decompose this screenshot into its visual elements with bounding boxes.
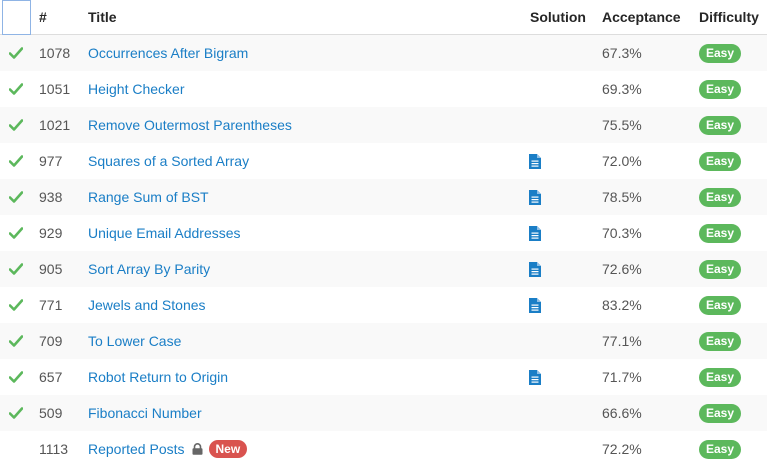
new-badge: New bbox=[208, 440, 248, 458]
table-row: 709 To Lower Case 77.1% Easy bbox=[0, 323, 767, 359]
problem-number: 1078 bbox=[39, 45, 71, 61]
difficulty-badge: Easy bbox=[699, 43, 742, 63]
table-row: 1051 Height Checker 69.3% Easy bbox=[0, 71, 767, 107]
problem-number: 709 bbox=[39, 333, 63, 349]
difficulty-badge: Easy bbox=[699, 295, 742, 315]
header-title[interactable]: Title bbox=[88, 0, 518, 34]
problem-number: 1021 bbox=[39, 117, 71, 133]
table-row: 977 Squares of a Sorted Array 72.0% Easy bbox=[0, 143, 767, 179]
solved-check-icon bbox=[8, 119, 23, 131]
problem-title-link[interactable]: Unique Email Addresses bbox=[88, 225, 241, 241]
difficulty-badge: Easy bbox=[699, 367, 742, 387]
difficulty-badge: Easy bbox=[699, 79, 742, 99]
problem-number: 771 bbox=[39, 297, 63, 313]
table-row: 1021 Remove Outermost Parentheses 75.5% … bbox=[0, 107, 767, 143]
problem-number: 657 bbox=[39, 369, 63, 385]
solved-check-icon bbox=[8, 191, 23, 203]
solution-document-icon[interactable] bbox=[529, 189, 541, 205]
table-row: 1078 Occurrences After Bigram 67.3% Easy bbox=[0, 35, 767, 71]
acceptance-rate: 83.2% bbox=[602, 297, 642, 313]
table-row: 657 Robot Return to Origin 71.7% Easy bbox=[0, 359, 767, 395]
difficulty-badge: Easy bbox=[699, 439, 742, 459]
acceptance-rate: 70.3% bbox=[602, 225, 642, 241]
difficulty-badge: Easy bbox=[699, 223, 742, 243]
solved-check-icon bbox=[8, 407, 23, 419]
acceptance-rate: 75.5% bbox=[602, 117, 642, 133]
solved-check-icon bbox=[8, 47, 23, 59]
solved-check-icon bbox=[8, 299, 23, 311]
solved-check-icon bbox=[8, 83, 23, 95]
solved-check-icon bbox=[8, 335, 23, 347]
header-acceptance[interactable]: Acceptance bbox=[602, 0, 692, 34]
problem-title-link[interactable]: Height Checker bbox=[88, 81, 185, 97]
problem-title-link[interactable]: Sort Array By Parity bbox=[88, 261, 210, 277]
problem-number: 938 bbox=[39, 189, 63, 205]
status-column-header[interactable] bbox=[2, 0, 31, 35]
table-row: 938 Range Sum of BST 78.5% Easy bbox=[0, 179, 767, 215]
acceptance-rate: 69.3% bbox=[602, 81, 642, 97]
table-row: 929 Unique Email Addresses 70.3% Easy bbox=[0, 215, 767, 251]
problem-number: 1113 bbox=[39, 441, 69, 457]
problem-title-link[interactable]: Fibonacci Number bbox=[88, 405, 202, 421]
acceptance-rate: 77.1% bbox=[602, 333, 642, 349]
problem-title-link[interactable]: Reported Posts bbox=[88, 441, 185, 457]
table-row: 509 Fibonacci Number 66.6% Easy bbox=[0, 395, 767, 431]
problem-number: 977 bbox=[39, 153, 63, 169]
solved-check-icon bbox=[8, 371, 23, 383]
acceptance-rate: 78.5% bbox=[602, 189, 642, 205]
difficulty-badge: Easy bbox=[699, 187, 742, 207]
acceptance-rate: 72.6% bbox=[602, 261, 642, 277]
problem-title-link[interactable]: Jewels and Stones bbox=[88, 297, 206, 313]
problem-number: 929 bbox=[39, 225, 63, 241]
table-row: 771 Jewels and Stones 83.2% Easy bbox=[0, 287, 767, 323]
difficulty-badge: Easy bbox=[699, 151, 742, 171]
header-solution[interactable]: Solution bbox=[530, 0, 590, 34]
solution-document-icon[interactable] bbox=[529, 153, 541, 169]
difficulty-badge: Easy bbox=[699, 331, 742, 351]
table-row: 905 Sort Array By Parity 72.6% Easy bbox=[0, 251, 767, 287]
acceptance-rate: 71.7% bbox=[602, 369, 642, 385]
solved-check-icon bbox=[8, 227, 23, 239]
problem-title-link[interactable]: Remove Outermost Parentheses bbox=[88, 117, 292, 133]
problem-title-link[interactable]: Robot Return to Origin bbox=[88, 369, 228, 385]
solution-document-icon[interactable] bbox=[529, 225, 541, 241]
problem-number: 509 bbox=[39, 405, 63, 421]
problem-title-link[interactable]: Squares of a Sorted Array bbox=[88, 153, 249, 169]
acceptance-rate: 72.2% bbox=[602, 441, 642, 457]
header-difficulty[interactable]: Difficulty bbox=[699, 0, 765, 34]
solved-check-icon bbox=[8, 263, 23, 275]
problem-number: 1051 bbox=[39, 81, 71, 97]
table-header: # Title Solution Acceptance Difficulty bbox=[0, 0, 767, 35]
difficulty-badge: Easy bbox=[699, 403, 742, 423]
problem-table: # Title Solution Acceptance Difficulty 1… bbox=[0, 0, 767, 467]
difficulty-badge: Easy bbox=[699, 115, 742, 135]
difficulty-badge: Easy bbox=[699, 259, 742, 279]
header-number[interactable]: # bbox=[39, 0, 84, 34]
acceptance-rate: 67.3% bbox=[602, 45, 642, 61]
solved-check-icon bbox=[8, 155, 23, 167]
solution-document-icon[interactable] bbox=[529, 297, 541, 313]
problem-title-link[interactable]: To Lower Case bbox=[88, 333, 181, 349]
solution-document-icon[interactable] bbox=[529, 369, 541, 385]
acceptance-rate: 72.0% bbox=[602, 153, 642, 169]
problem-number: 905 bbox=[39, 261, 63, 277]
problem-title-link[interactable]: Range Sum of BST bbox=[88, 189, 209, 205]
problem-title-link[interactable]: Occurrences After Bigram bbox=[88, 45, 248, 61]
lock-icon bbox=[192, 443, 202, 455]
table-row: 1113 Reported Posts New 72.2% Easy bbox=[0, 431, 767, 467]
acceptance-rate: 66.6% bbox=[602, 405, 642, 421]
solution-document-icon[interactable] bbox=[529, 261, 541, 277]
